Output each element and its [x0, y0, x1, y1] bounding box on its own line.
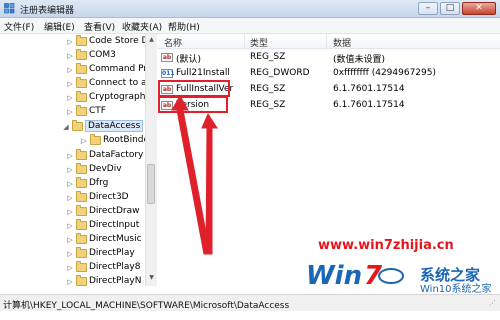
tree-item-label: DirectDraw	[89, 206, 140, 216]
expand-icon[interactable]: ▷	[80, 137, 88, 145]
tree-item-label: Connect to a	[89, 78, 147, 88]
tree-item[interactable]: ▷ Connect to a	[0, 77, 156, 91]
arrow-to-fullinstallver	[171, 94, 211, 255]
tree-item-label: Command Pr	[89, 64, 148, 74]
title-bar: 注册表编辑器 – □ ✕	[0, 0, 500, 18]
svg-text:7: 7	[364, 261, 383, 291]
tree-item-label: DirectPlay	[89, 248, 135, 258]
folder-icon	[76, 63, 87, 74]
folder-icon	[76, 91, 87, 102]
close-button[interactable]: ✕	[462, 2, 496, 15]
expand-icon[interactable]: ▷	[66, 166, 74, 174]
tree-item-label: DirectMusic	[89, 234, 142, 244]
tree-item[interactable]: ▷ DataFactory	[0, 149, 156, 163]
folder-icon	[76, 177, 87, 188]
tree-item-label: Code Store D	[89, 36, 149, 46]
registry-editor-icon	[4, 3, 15, 14]
tree-item[interactable]: ▷ Command Pr	[0, 63, 156, 77]
tree-item-label: COM3	[89, 50, 116, 60]
expand-icon[interactable]: ▷	[66, 278, 74, 286]
tree-item[interactable]: ▷ DirectMusic	[0, 233, 156, 247]
folder-icon	[76, 149, 87, 160]
scroll-up-arrow-icon[interactable]: ▲	[147, 36, 156, 46]
folder-icon	[76, 35, 87, 46]
scroll-thumb[interactable]	[147, 164, 155, 204]
expand-icon[interactable]: ▷	[66, 250, 74, 258]
tree-item-label: DataAccess	[84, 120, 144, 132]
collapse-icon[interactable]: ◢	[62, 123, 70, 131]
scroll-down-arrow-icon[interactable]: ▼	[147, 274, 156, 284]
tree-item-label: DirectPlayN	[89, 276, 142, 286]
open-folder-icon	[72, 120, 83, 131]
tree-scrollbar[interactable]: ▲ ▼	[145, 34, 157, 286]
expand-icon[interactable]: ▷	[66, 180, 74, 188]
watermark-domain: Win10系统之家	[420, 284, 492, 295]
menu-help[interactable]: 帮助(H)	[168, 20, 200, 33]
minimize-button[interactable]: –	[418, 2, 438, 15]
tree-item[interactable]: ▷ Code Store D	[0, 35, 156, 49]
expand-icon[interactable]: ▷	[66, 236, 74, 244]
menu-edit[interactable]: 编辑(E)	[44, 20, 75, 33]
expand-icon[interactable]: ▷	[66, 222, 74, 230]
menu-view[interactable]: 查看(V)	[84, 20, 115, 33]
tree-item[interactable]: ▷ Dfrg	[0, 177, 156, 191]
expand-icon[interactable]: ▷	[66, 264, 74, 272]
expand-icon[interactable]: ▷	[66, 108, 74, 116]
menu-bar: 文件(F) 编辑(E) 查看(V) 收藏夹(A) 帮助(H)	[0, 18, 500, 34]
window-title: 注册表编辑器	[20, 6, 75, 16]
svg-text:Win: Win	[306, 261, 362, 291]
expand-icon[interactable]: ▷	[66, 80, 74, 88]
menu-file[interactable]: 文件(F)	[4, 20, 34, 33]
tree-item-label: Direct3D	[89, 192, 129, 202]
expand-icon[interactable]: ▷	[66, 52, 74, 60]
expand-icon[interactable]: ▷	[66, 66, 74, 74]
tree-item-label: DataFactory	[89, 150, 144, 160]
tree-item[interactable]: ▷ Direct3D	[0, 191, 156, 205]
folder-icon	[76, 261, 87, 272]
key-path: 计算机\HKEY_LOCAL_MACHINE\SOFTWARE\Microsof…	[3, 301, 290, 311]
folder-icon	[76, 247, 87, 258]
folder-icon	[76, 275, 87, 286]
expand-icon[interactable]: ▷	[66, 38, 74, 46]
tree-item-label: Dfrg	[89, 178, 109, 188]
resize-grip-icon[interactable]: ⋰	[489, 299, 498, 308]
tree-item-label: DevDiv	[89, 164, 122, 174]
tree-item-dataaccess[interactable]: ◢ DataAccess	[0, 120, 156, 134]
tree-item[interactable]: ▷ RootBinde	[0, 134, 156, 148]
folder-icon	[76, 191, 87, 202]
tree-item[interactable]: ▷ Cryptograph	[0, 91, 156, 105]
tree-item-label: Cryptograph	[89, 92, 146, 102]
menu-favorites[interactable]: 收藏夹(A)	[122, 20, 162, 33]
tree-item[interactable]: ▷ DirectDraw	[0, 205, 156, 219]
tree-item-label: DirectInput	[89, 220, 140, 230]
folder-icon	[76, 233, 87, 244]
folder-icon	[76, 49, 87, 60]
watermark-url: www.win7zhijia.cn	[318, 238, 454, 253]
expand-icon[interactable]: ▷	[66, 152, 74, 160]
tree-item-label: CTF	[89, 106, 106, 116]
status-bar: 计算机\HKEY_LOCAL_MACHINE\SOFTWARE\Microsof…	[0, 294, 500, 311]
tree-item[interactable]: ▷ DirectInput	[0, 219, 156, 233]
folder-icon	[76, 205, 87, 216]
folder-icon	[76, 163, 87, 174]
expand-icon[interactable]: ▷	[66, 194, 74, 202]
tree-item[interactable]: ▷ COM3	[0, 49, 156, 63]
folder-icon	[90, 134, 101, 145]
expand-icon[interactable]: ▷	[66, 208, 74, 216]
tree-item[interactable]: ▷ DirectPlay8	[0, 261, 156, 275]
maximize-button[interactable]: □	[440, 2, 460, 15]
tree-item[interactable]: ▷ DevDiv	[0, 163, 156, 177]
registry-tree[interactable]: ▷ Code Store D ▷ COM3 ▷ Command Pr ▷ Con…	[0, 34, 157, 286]
folder-icon	[76, 77, 87, 88]
tree-item[interactable]: ▷ CTF	[0, 105, 156, 119]
folder-icon	[76, 219, 87, 230]
expand-icon[interactable]: ▷	[66, 94, 74, 102]
tree-item-label: RootBinde	[103, 135, 150, 145]
tree-item[interactable]: ▷ DirectPlayN	[0, 275, 156, 286]
win7-logo-icon: Win 7	[306, 261, 404, 291]
tree-item[interactable]: ▷ DirectPlay	[0, 247, 156, 261]
tree-item-label: DirectPlay8	[89, 262, 141, 272]
folder-icon	[76, 105, 87, 116]
